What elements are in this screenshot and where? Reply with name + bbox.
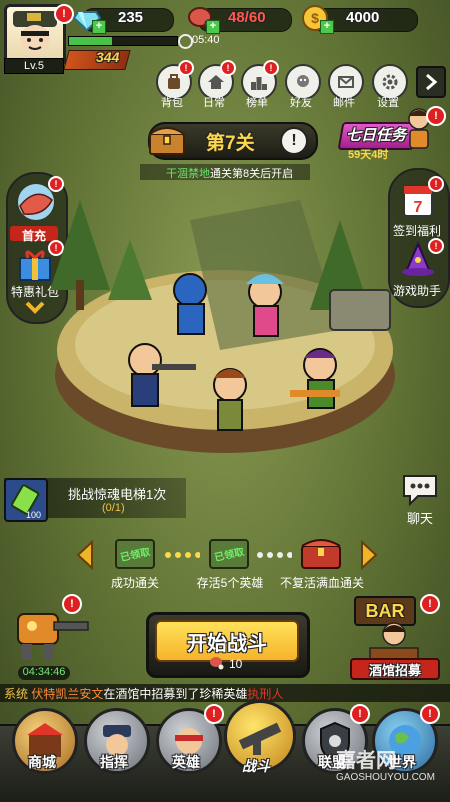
tavern-keeper-icon [369,622,419,660]
nav-hero-alert: ! [204,704,224,724]
stage-title: 第7关 [206,133,255,154]
progress-dots-icon [165,552,201,558]
reward-dots-1 [164,546,201,558]
battle-cost: 10 [229,657,243,671]
avatar-alert-badge: ! [54,4,74,24]
start-battle-label: 开始战斗 [187,633,267,655]
menu-expand-button[interactable] [416,66,446,98]
challenge-item-count: 100 [26,510,42,520]
system-mid-text: 在酒馆中招募到了珍稀英雄 [103,687,248,701]
hero-figure-archer-icon [213,368,247,431]
tavern-label: 酒馆招募 [368,663,421,678]
stage-info-button[interactable]: ! [280,127,308,155]
hero-figure-blue-knight-icon [173,273,207,335]
podium-icon [251,77,267,90]
nav-shop-label: 商城 [28,754,56,770]
nav-alliance-alert: ! [350,704,370,724]
tavern-alert: ! [420,594,440,614]
reward-label-1: 成功通关 [110,576,159,590]
friend-icon [297,75,309,87]
backpack-alert: ! [178,60,194,76]
chat-button[interactable] [398,470,442,508]
calendar-day: 7 [414,199,423,216]
stage-unlock-cond: 通关第8关后开启 [210,168,294,180]
mail-label: 邮件 [333,97,355,109]
treasure-chest-icon[interactable] [146,120,188,158]
van-icon [329,289,391,331]
assistant-alert: ! [428,238,444,254]
diamond-count: 235 [118,9,144,26]
daily-label: 日常 [203,97,225,109]
seven-day-task-button[interactable]: 七日任务 59天4时 [337,108,436,161]
progress-dots-icon-2 [257,552,293,558]
nav-battle-label: 战斗 [242,758,270,774]
chevron-right-icon [426,73,438,91]
friends-label: 好友 [290,97,312,109]
nav-world-alert: ! [420,704,440,724]
chat-bubble-icon [403,475,437,507]
system-tag: 系统 [4,687,29,701]
system-player-name: 伏特凯兰安文 [31,687,104,701]
battlefield-scene [50,200,395,453]
diamond-add-icon[interactable]: + [92,20,106,34]
xp-timer: 05:40 [192,34,220,46]
mech-alert: ! [62,594,82,614]
backpack-label: 背包 [161,97,183,109]
xp-bar-fill [69,37,113,45]
gear-icon [382,74,398,90]
seven-day-alert: ! [426,106,446,126]
svg-text:$: $ [311,10,319,26]
system-message: 系统 伏特凯兰安文在酒馆中招募到了珍稀英雄执刑人 [4,685,283,702]
mail-icon [338,76,354,88]
start-battle-button[interactable]: 开始战斗 10 [146,612,310,678]
meat-cost-icon [210,657,224,670]
ranking-alert: ! [263,60,279,76]
red-chest-icon [301,539,341,569]
reward-label-2: 存活5个英雄 [196,576,264,590]
xp-bar [68,36,178,46]
reward-prev-icon[interactable] [76,540,94,570]
ranking-label: 榜单 [246,97,268,109]
seven-day-title: 七日任务 [346,127,407,144]
nav-hero-label: 英雄 [172,754,200,770]
mech-timer: 04:34:46 [22,666,66,678]
challenge-progress: (0/1) [102,502,125,514]
reward-label-3: 不复活满血通关 [279,576,364,590]
system-hero-name: 执刑人 [247,687,284,701]
reward-dots-2 [256,546,293,558]
daily-alert: ! [220,60,236,76]
stamina-add-icon[interactable]: + [206,20,220,34]
backpack-icon [168,74,180,89]
coin-add-icon[interactable]: + [320,20,334,34]
reward-next-icon[interactable] [360,540,378,570]
chat-label: 聊天 [406,511,433,526]
watermark-url: GAOSHOUYOU.COM [336,772,435,783]
player-level: Lv.5 [4,58,64,74]
reward-chest-3[interactable] [298,532,344,572]
sign-in-alert: ! [428,176,444,192]
watermark-brand: 嘉者网 [336,750,396,772]
seven-day-timer: 59天4时 [348,149,389,161]
clock-icon [178,34,193,49]
nav-commander-label: 指挥 [100,754,128,770]
house-icon [208,75,224,89]
coin-count: 4000 [346,9,380,26]
stage-unlock-place: 干涸禁地 [166,168,210,180]
stamina-count: 48/60 [228,9,266,26]
challenge-title: 挑战惊魂电梯1次 [68,487,167,502]
stage-unlock-text: 干涸禁地通关第8关后开启 [166,165,293,181]
power-value: 344 [96,49,120,65]
